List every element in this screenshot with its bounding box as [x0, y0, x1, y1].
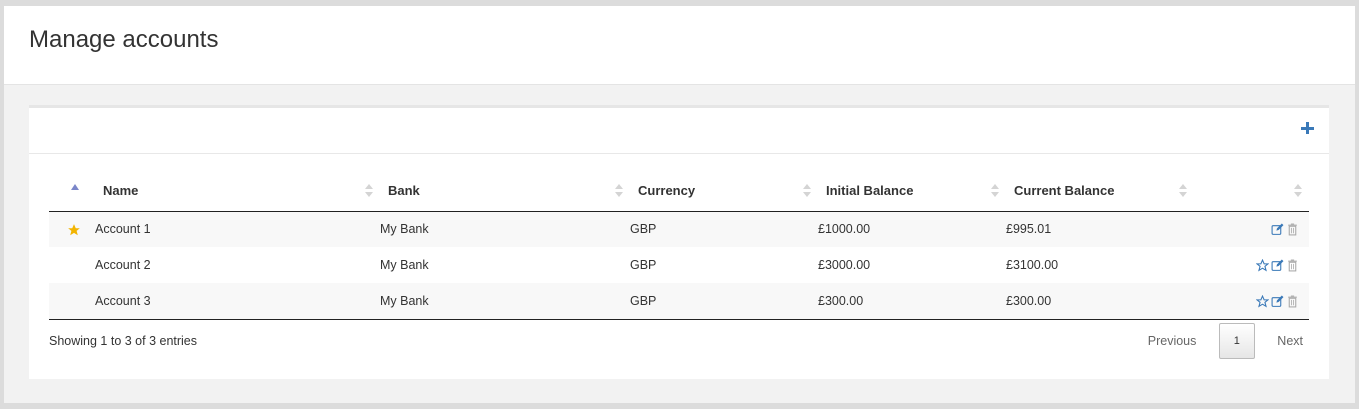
account-name: Account 1 — [95, 211, 380, 247]
sort-icon — [365, 184, 373, 198]
page-title: Manage accounts — [29, 26, 219, 53]
row-actions — [1194, 211, 1309, 247]
account-name: Account 3 — [95, 283, 380, 320]
col-header-name-label: Name — [103, 182, 139, 198]
col-header-favorite[interactable] — [49, 170, 95, 212]
trash-icon[interactable] — [1286, 295, 1299, 308]
col-header-initial-balance-label: Initial Balance — [826, 182, 914, 198]
trash-icon[interactable] — [1286, 259, 1299, 272]
col-header-bank[interactable]: Bank — [380, 170, 630, 212]
account-currency: GBP — [630, 283, 818, 320]
sort-icon — [803, 184, 811, 198]
col-header-name[interactable]: Name — [95, 170, 380, 212]
edit-icon[interactable] — [1271, 223, 1284, 236]
star-outline-icon[interactable] — [1255, 258, 1270, 272]
col-header-currency[interactable]: Currency — [630, 170, 818, 212]
account-name: Account 2 — [95, 258, 151, 272]
table-row[interactable]: Account 2 My Bank GBP £3000.00 £3100.00 — [49, 247, 1309, 283]
accounts-panel: Name Bank Currency Initial Balance Curre… — [29, 105, 1329, 379]
row-actions — [1194, 283, 1309, 320]
account-initial-balance: £1000.00 — [818, 211, 1006, 247]
edit-icon[interactable] — [1271, 259, 1284, 272]
account-current-balance: £300.00 — [1006, 283, 1194, 320]
sort-icon — [1179, 184, 1187, 198]
sort-icon — [991, 184, 999, 198]
favorite-cell — [49, 211, 95, 247]
accounts-table: Name Bank Currency Initial Balance Curre… — [49, 170, 1309, 320]
table-row[interactable]: Account 3 My Bank GBP £300.00 £300.00 — [49, 283, 1309, 320]
table-header-row: Name Bank Currency Initial Balance Curre… — [49, 170, 1309, 212]
page-header: Manage accounts — [4, 6, 1355, 85]
col-header-actions[interactable] — [1194, 170, 1309, 212]
account-currency: GBP — [630, 258, 657, 272]
sort-icon — [1294, 184, 1302, 198]
next-page-button[interactable]: Next — [1277, 334, 1303, 348]
col-header-bank-label: Bank — [388, 182, 420, 198]
star-outline-icon[interactable] — [1255, 294, 1270, 308]
favorite-cell — [49, 283, 95, 320]
row-actions — [1194, 247, 1309, 283]
account-current-balance: £995.01 — [1006, 211, 1194, 247]
panel-toolbar — [29, 108, 1329, 154]
col-header-current-balance[interactable]: Current Balance — [1006, 170, 1194, 212]
col-header-initial-balance[interactable]: Initial Balance — [818, 170, 1006, 212]
add-account-icon[interactable] — [1301, 121, 1315, 135]
table-row[interactable]: Account 1 My Bank GBP £1000.00 £995.01 — [49, 211, 1309, 247]
trash-icon[interactable] — [1286, 223, 1299, 236]
col-header-current-balance-label: Current Balance — [1014, 182, 1115, 198]
table-info: Showing 1 to 3 of 3 entries — [49, 334, 198, 348]
edit-icon[interactable] — [1271, 295, 1284, 308]
page-1-button[interactable]: 1 — [1218, 323, 1255, 359]
account-bank: My Bank — [380, 258, 429, 272]
main-frame: Manage accounts Name Bank Currency Initi… — [4, 6, 1355, 403]
account-current-balance: £3100.00 — [1006, 258, 1059, 272]
col-header-currency-label: Currency — [638, 182, 696, 198]
star-filled-icon[interactable] — [67, 223, 80, 236]
sort-icon — [615, 184, 623, 198]
previous-page-button[interactable]: Previous — [1148, 334, 1197, 348]
account-bank: My Bank — [380, 283, 630, 320]
account-initial-balance: £300.00 — [818, 283, 1006, 320]
favorite-cell — [49, 247, 95, 283]
pagination: Previous 1 Next — [1148, 323, 1309, 359]
account-currency: GBP — [630, 211, 818, 247]
account-initial-balance: £3000.00 — [818, 258, 871, 272]
account-bank: My Bank — [380, 211, 630, 247]
sort-ascending-icon — [71, 184, 79, 190]
